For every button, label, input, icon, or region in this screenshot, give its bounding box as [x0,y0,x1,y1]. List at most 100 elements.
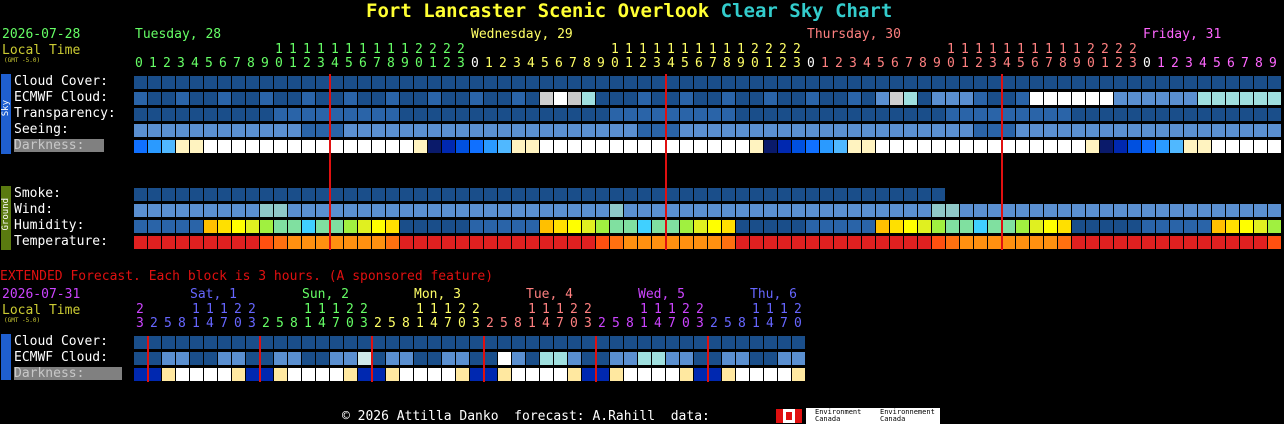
forecast-block[interactable] [1086,140,1099,153]
forecast-block[interactable] [568,108,581,121]
forecast-block[interactable] [988,140,1001,153]
ext-forecast-block[interactable] [428,368,441,381]
forecast-block[interactable] [246,220,259,233]
forecast-block[interactable] [750,92,763,105]
ext-forecast-block[interactable] [540,352,553,365]
forecast-block[interactable] [848,220,861,233]
forecast-block[interactable] [722,124,735,137]
forecast-block[interactable] [1002,92,1015,105]
forecast-block[interactable] [526,140,539,153]
forecast-block[interactable] [274,108,287,121]
forecast-block[interactable] [288,124,301,137]
forecast-block[interactable] [834,76,847,89]
forecast-block[interactable] [526,92,539,105]
forecast-block[interactable] [554,204,567,217]
forecast-block[interactable] [526,108,539,121]
ext-forecast-block[interactable] [652,352,665,365]
forecast-block[interactable] [890,124,903,137]
forecast-block[interactable] [876,220,889,233]
forecast-block[interactable] [974,204,987,217]
forecast-block[interactable] [1002,236,1015,249]
ext-forecast-block[interactable] [778,352,791,365]
forecast-block[interactable] [386,140,399,153]
forecast-block[interactable] [484,188,497,201]
forecast-block[interactable] [974,236,987,249]
forecast-block[interactable] [190,108,203,121]
forecast-block[interactable] [1142,92,1155,105]
forecast-block[interactable] [736,204,749,217]
ext-forecast-block[interactable] [372,352,385,365]
forecast-block[interactable] [176,140,189,153]
forecast-block[interactable] [582,92,595,105]
forecast-block[interactable] [232,140,245,153]
forecast-block[interactable] [834,92,847,105]
ext-forecast-block[interactable] [764,368,777,381]
forecast-block[interactable] [582,236,595,249]
forecast-block[interactable] [1226,92,1239,105]
forecast-block[interactable] [820,140,833,153]
forecast-block[interactable] [1058,236,1071,249]
forecast-block[interactable] [666,188,679,201]
forecast-block[interactable] [218,76,231,89]
ext-forecast-block[interactable] [148,336,161,349]
forecast-block[interactable] [1170,204,1183,217]
forecast-block[interactable] [764,236,777,249]
forecast-block[interactable] [372,204,385,217]
forecast-block[interactable] [358,76,371,89]
forecast-block[interactable] [260,220,273,233]
ext-forecast-block[interactable] [316,368,329,381]
forecast-block[interactable] [316,76,329,89]
forecast-block[interactable] [638,204,651,217]
forecast-block[interactable] [1002,140,1015,153]
forecast-block[interactable] [932,92,945,105]
forecast-block[interactable] [1226,220,1239,233]
forecast-block[interactable] [260,204,273,217]
forecast-block[interactable] [652,188,665,201]
forecast-block[interactable] [372,220,385,233]
forecast-block[interactable] [288,236,301,249]
forecast-block[interactable] [400,140,413,153]
forecast-block[interactable] [932,236,945,249]
ext-forecast-block[interactable] [526,336,539,349]
forecast-block[interactable] [918,188,931,201]
forecast-block[interactable] [134,76,147,89]
forecast-block[interactable] [848,108,861,121]
forecast-block[interactable] [1268,204,1281,217]
forecast-block[interactable] [400,188,413,201]
forecast-block[interactable] [414,124,427,137]
forecast-block[interactable] [806,236,819,249]
forecast-block[interactable] [190,124,203,137]
forecast-block[interactable] [1114,220,1127,233]
forecast-block[interactable] [456,188,469,201]
forecast-block[interactable] [1240,76,1253,89]
forecast-block[interactable] [428,204,441,217]
forecast-block[interactable] [750,204,763,217]
forecast-block[interactable] [820,124,833,137]
forecast-block[interactable] [1198,140,1211,153]
forecast-block[interactable] [1016,92,1029,105]
ext-forecast-block[interactable] [610,352,623,365]
forecast-block[interactable] [148,108,161,121]
forecast-block[interactable] [1226,204,1239,217]
forecast-block[interactable] [358,220,371,233]
forecast-block[interactable] [246,204,259,217]
forecast-block[interactable] [834,220,847,233]
forecast-block[interactable] [1156,124,1169,137]
forecast-block[interactable] [456,124,469,137]
forecast-block[interactable] [218,140,231,153]
forecast-block[interactable] [834,236,847,249]
forecast-block[interactable] [722,140,735,153]
forecast-block[interactable] [498,124,511,137]
ext-forecast-block[interactable] [162,352,175,365]
forecast-block[interactable] [456,220,469,233]
forecast-block[interactable] [1184,140,1197,153]
forecast-block[interactable] [610,140,623,153]
forecast-block[interactable] [428,92,441,105]
ext-forecast-block[interactable] [610,368,623,381]
forecast-block[interactable] [862,188,875,201]
forecast-block[interactable] [806,76,819,89]
forecast-block[interactable] [1240,124,1253,137]
forecast-block[interactable] [1184,92,1197,105]
forecast-block[interactable] [946,92,959,105]
forecast-block[interactable] [1114,140,1127,153]
